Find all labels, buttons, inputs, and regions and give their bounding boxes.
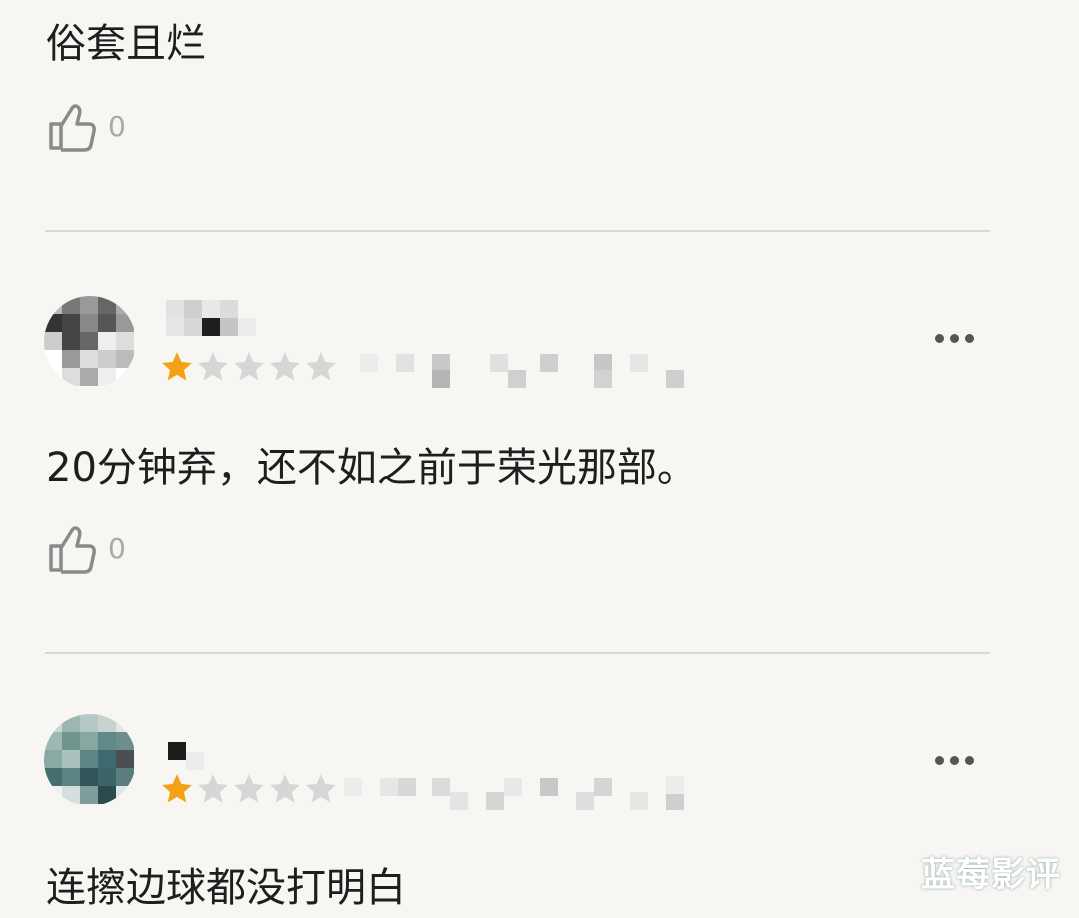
star-icon-empty [198, 352, 228, 381]
rating-stars [160, 350, 340, 384]
star-icon-empty [306, 774, 336, 803]
star-icon-empty [234, 774, 264, 803]
divider [45, 652, 990, 654]
more-dots-icon [934, 333, 944, 343]
star-icon-empty [306, 352, 336, 381]
watermark: 蓝莓影评 [921, 855, 1061, 895]
more-dots-icon [934, 755, 944, 765]
star-icon-filled [162, 352, 192, 381]
star-icon-empty [270, 774, 300, 803]
like-count: 0 [108, 531, 126, 565]
comment-meta-pixelated [340, 350, 690, 390]
star-icon-filled [162, 774, 192, 803]
comment-text: 连擦边球都没打明白 [46, 865, 406, 911]
divider [45, 230, 990, 232]
avatar[interactable] [44, 714, 136, 806]
comment-text: 20分钟弃，还不如之前于荣光那部。 [46, 445, 697, 491]
comment-text: 俗套且烂 [46, 21, 206, 67]
like-button[interactable]: 0 [46, 520, 126, 576]
star-icon-empty [234, 352, 264, 381]
like-button[interactable]: 0 [46, 98, 126, 154]
star-icon-empty [270, 352, 300, 381]
rating-stars [160, 772, 340, 806]
thumbs-up-icon [49, 526, 96, 574]
like-count: 0 [108, 109, 126, 143]
avatar[interactable] [44, 296, 136, 388]
more-options-button[interactable] [924, 745, 984, 775]
more-options-button[interactable] [924, 323, 984, 353]
comment-meta-pixelated [340, 772, 690, 812]
thumbs-up-icon [49, 104, 96, 152]
star-icon-empty [198, 774, 228, 803]
